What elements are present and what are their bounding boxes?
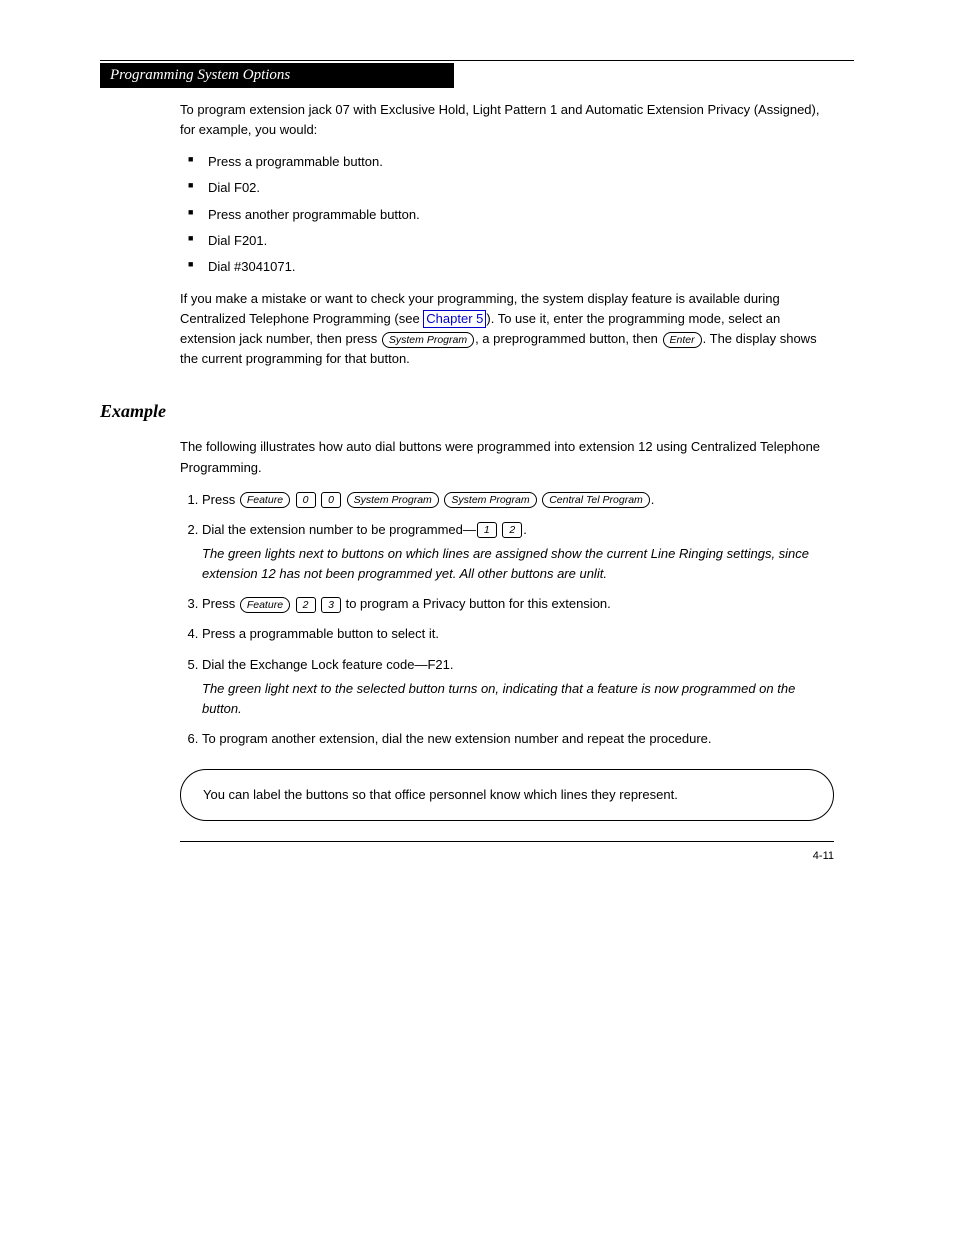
header-title: Programming System Options bbox=[100, 63, 454, 88]
list-item: Press a programmable button. bbox=[180, 152, 834, 172]
feature-key: Feature bbox=[240, 492, 290, 508]
digit-key-2: 2 bbox=[502, 522, 522, 538]
text-run: . bbox=[523, 522, 527, 537]
display-feature-paragraph: If you make a mistake or want to check y… bbox=[180, 289, 834, 370]
central-tel-program-key: Central Tel Program bbox=[542, 492, 650, 508]
header-rule bbox=[100, 60, 854, 61]
body: To program extension jack 07 with Exclus… bbox=[180, 100, 834, 865]
text-run: . bbox=[651, 492, 655, 507]
step-item: Dial the extension number to be programm… bbox=[202, 520, 834, 584]
callout-wrap: You can label the buttons so that office… bbox=[180, 769, 834, 821]
example-intro: The following illustrates how auto dial … bbox=[180, 437, 834, 477]
step-note: The green lights next to buttons on whic… bbox=[202, 544, 834, 584]
text-run: to program a Privacy button for this ext… bbox=[342, 596, 611, 611]
digit-key-3: 3 bbox=[321, 597, 341, 613]
digit-key-2: 2 bbox=[296, 597, 316, 613]
system-program-key: System Program bbox=[382, 332, 474, 348]
list-item: Press another programmable button. bbox=[180, 205, 834, 225]
step-item: Press a programmable button to select it… bbox=[202, 624, 834, 644]
digit-key-0: 0 bbox=[321, 492, 341, 508]
text-run: Dial the Exchange Lock feature code—F21. bbox=[202, 657, 453, 672]
step-item: To program another extension, dial the n… bbox=[202, 729, 834, 749]
page: Programming System Options To program ex… bbox=[0, 0, 954, 905]
step-item: Press Feature 0 0 System Program System … bbox=[202, 490, 834, 510]
list-item: Dial F02. bbox=[180, 178, 834, 198]
step-item: Dial the Exchange Lock feature code—F21.… bbox=[202, 655, 834, 719]
footer-rule bbox=[180, 841, 834, 842]
text-run: Press bbox=[202, 596, 239, 611]
intro-paragraph: To program extension jack 07 with Exclus… bbox=[180, 100, 834, 140]
chapter-link[interactable]: Chapter 5 bbox=[423, 310, 486, 328]
feature-key: Feature bbox=[240, 597, 290, 613]
enter-key: Enter bbox=[663, 332, 702, 348]
step-item: Press Feature 2 3 to program a Privacy b… bbox=[202, 594, 834, 614]
text-run: Dial the extension number to be programm… bbox=[202, 522, 476, 537]
list-item: Dial F201. bbox=[180, 231, 834, 251]
system-program-key: System Program bbox=[347, 492, 439, 508]
system-program-key: System Program bbox=[444, 492, 536, 508]
bullet-list: Press a programmable button. Dial F02. P… bbox=[180, 152, 834, 277]
step-note: The green light next to the selected but… bbox=[202, 679, 834, 719]
example-heading: Example bbox=[100, 398, 834, 426]
page-number: 4-11 bbox=[180, 848, 834, 865]
steps-list: Press Feature 0 0 System Program System … bbox=[180, 490, 834, 749]
callout: You can label the buttons so that office… bbox=[180, 769, 834, 821]
text-run: , a preprogrammed button, then bbox=[475, 331, 661, 346]
digit-key-1: 1 bbox=[477, 522, 497, 538]
text-run: Press bbox=[202, 492, 239, 507]
list-item: Dial #3041071. bbox=[180, 257, 834, 277]
digit-key-0: 0 bbox=[296, 492, 316, 508]
